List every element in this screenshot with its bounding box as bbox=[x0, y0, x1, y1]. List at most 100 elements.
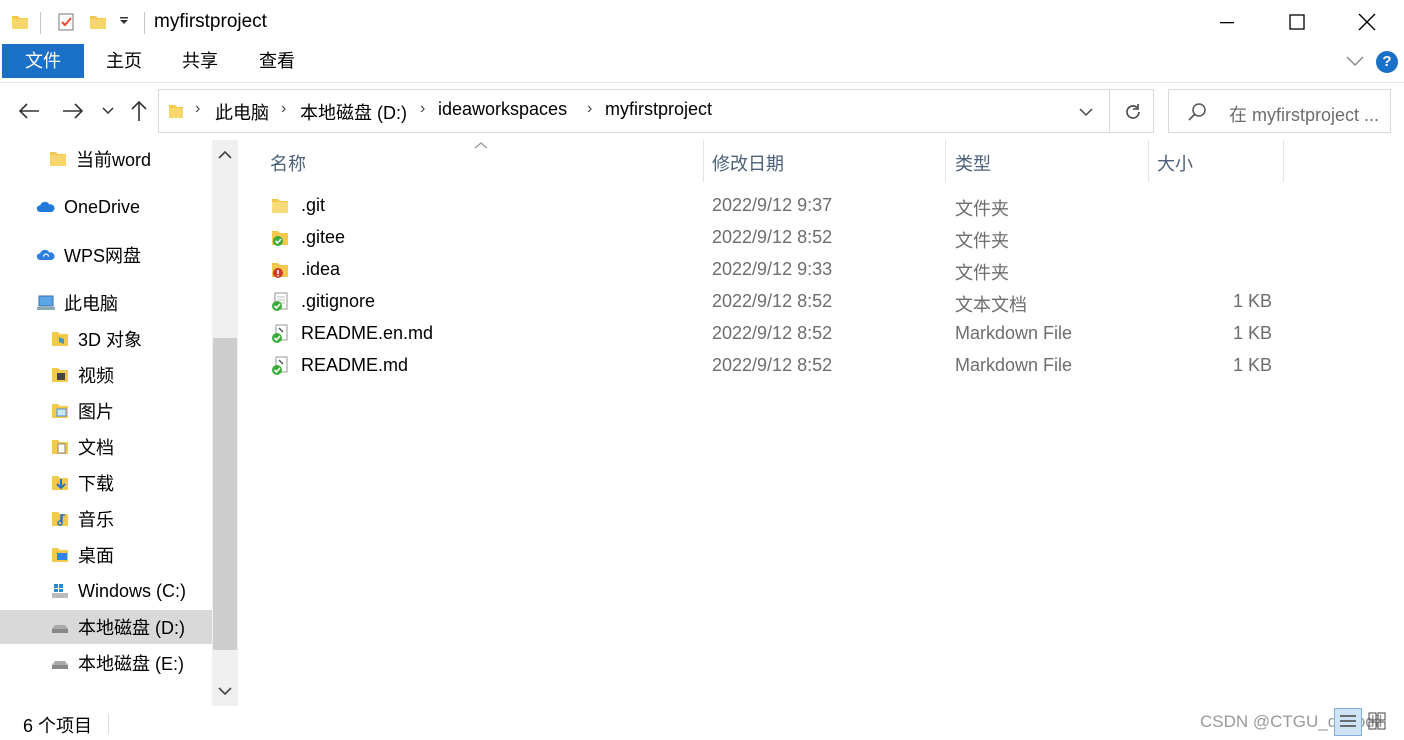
column-divider[interactable] bbox=[703, 140, 704, 182]
sidebar-item-3d-objects[interactable]: 3D 对象 bbox=[50, 322, 208, 356]
breadcrumb-chevron-icon[interactable]: › bbox=[195, 100, 200, 118]
breadcrumb-ideaworkspaces[interactable]: ideaworkspaces bbox=[438, 99, 567, 120]
help-button[interactable]: ? bbox=[1376, 51, 1398, 73]
details-view-button[interactable] bbox=[1334, 708, 1362, 736]
tab-share[interactable]: 共享 bbox=[172, 44, 228, 78]
file-type: Markdown File bbox=[955, 355, 1073, 375]
scrollbar-thumb[interactable] bbox=[213, 338, 237, 650]
breadcrumb-myfirstproject[interactable]: myfirstproject bbox=[605, 99, 712, 120]
file-type: 文件夹 bbox=[955, 231, 1009, 251]
column-divider[interactable] bbox=[1283, 140, 1284, 182]
music-folder-icon bbox=[52, 512, 68, 526]
file-type: 文件夹 bbox=[955, 199, 1009, 219]
expand-ribbon-chevron-icon[interactable] bbox=[1346, 55, 1364, 67]
folder-icon[interactable] bbox=[10, 12, 30, 32]
scroll-up-chevron-icon[interactable] bbox=[218, 150, 232, 160]
file-row[interactable]: README.md 2022/9/12 8:52 Markdown File 1… bbox=[240, 350, 1404, 382]
scroll-down-chevron-icon[interactable] bbox=[218, 686, 232, 696]
folder-icon bbox=[50, 152, 66, 166]
folder-icon bbox=[272, 199, 288, 213]
desktop-folder-icon bbox=[52, 548, 68, 562]
column-header-size[interactable]: 大小 bbox=[1157, 150, 1193, 176]
properties-icon[interactable] bbox=[56, 12, 76, 32]
sidebar-item-downloads[interactable]: 下载 bbox=[50, 466, 208, 500]
details-view-icon bbox=[1340, 715, 1356, 727]
breadcrumb-drive-d[interactable]: 本地磁盘 (D:) bbox=[300, 99, 407, 125]
breadcrumb-chevron-icon[interactable]: › bbox=[420, 100, 425, 118]
maximize-icon bbox=[1289, 14, 1305, 30]
sidebar-item-videos[interactable]: 视频 bbox=[50, 358, 208, 392]
sidebar-item-onedrive[interactable]: OneDrive bbox=[36, 190, 208, 224]
column-divider[interactable] bbox=[945, 140, 946, 182]
up-arrow-icon bbox=[131, 100, 147, 121]
sidebar-item-wps[interactable]: WPS网盘 bbox=[36, 238, 208, 272]
sidebar-item-this-pc[interactable]: 此电脑 bbox=[36, 286, 208, 320]
sort-ascending-icon bbox=[474, 142, 488, 149]
refresh-icon[interactable] bbox=[1123, 102, 1143, 122]
breadcrumb-chevron-icon[interactable]: › bbox=[281, 100, 286, 118]
minimize-icon bbox=[1220, 22, 1234, 24]
file-row[interactable]: .gitignore 2022/9/12 8:52 文本文档 1 KB bbox=[240, 286, 1404, 318]
search-icon bbox=[1188, 103, 1206, 121]
sidebar-item-label: 桌面 bbox=[78, 546, 114, 566]
item-count: 6 个项目 bbox=[23, 716, 93, 736]
file-date: 2022/9/12 8:52 bbox=[712, 227, 833, 247]
sidebar-item-current-word[interactable]: 当前word bbox=[48, 142, 208, 176]
search-box[interactable]: 在 myfirstproject ... bbox=[1168, 89, 1391, 133]
sidebar-item-documents[interactable]: 文档 bbox=[50, 430, 208, 464]
recent-locations-button[interactable] bbox=[96, 95, 120, 127]
tab-home[interactable]: 主页 bbox=[96, 44, 152, 78]
file-date: 2022/9/12 8:52 bbox=[712, 355, 833, 375]
maximize-button[interactable] bbox=[1262, 0, 1332, 44]
file-row[interactable]: README.en.md 2022/9/12 8:52 Markdown Fil… bbox=[240, 318, 1404, 350]
file-type: 文件夹 bbox=[955, 263, 1009, 283]
forward-button[interactable] bbox=[58, 95, 88, 127]
file-name: .idea bbox=[301, 259, 341, 279]
column-header-date[interactable]: 修改日期 bbox=[712, 150, 784, 176]
file-row[interactable]: .git 2022/9/12 9:37 文件夹 bbox=[240, 190, 1404, 222]
new-folder-icon[interactable] bbox=[88, 12, 108, 32]
pictures-folder-icon bbox=[52, 404, 68, 418]
window-title: myfirstproject bbox=[154, 11, 267, 32]
address-history-chevron-icon[interactable] bbox=[1079, 107, 1093, 117]
column-header-name[interactable]: 名称 bbox=[270, 150, 306, 176]
column-header-type[interactable]: 类型 bbox=[955, 150, 991, 176]
sidebar-item-label: 视频 bbox=[78, 366, 114, 386]
sidebar-item-label: 3D 对象 bbox=[78, 330, 143, 350]
text-file-synced-icon bbox=[272, 292, 288, 311]
customize-toolbar-chevron-icon[interactable] bbox=[118, 16, 130, 28]
back-button[interactable] bbox=[14, 95, 44, 127]
sidebar-item-desktop[interactable]: 桌面 bbox=[50, 538, 208, 572]
markdown-file-synced-icon bbox=[272, 324, 288, 343]
minimize-button[interactable] bbox=[1192, 0, 1262, 44]
sidebar-item-music[interactable]: 音乐 bbox=[50, 502, 208, 536]
sidebar-item-label: 图片 bbox=[78, 402, 114, 422]
address-bar[interactable]: › 此电脑 › 本地磁盘 (D:) › ideaworkspaces › myf… bbox=[158, 89, 1154, 133]
column-divider[interactable] bbox=[1148, 140, 1149, 182]
sidebar-item-drive-c[interactable]: Windows (C:) bbox=[50, 574, 208, 608]
sidebar-item-pictures[interactable]: 图片 bbox=[50, 394, 208, 428]
tab-view[interactable]: 查看 bbox=[249, 44, 305, 78]
large-icons-view-button[interactable] bbox=[1364, 708, 1392, 736]
file-row[interactable]: .gitee 2022/9/12 8:52 文件夹 bbox=[240, 222, 1404, 254]
status-separator bbox=[108, 714, 109, 734]
folder-modified-icon bbox=[272, 263, 288, 278]
file-size: 1 KB bbox=[1232, 323, 1272, 343]
file-row[interactable]: .idea 2022/9/12 9:33 文件夹 bbox=[240, 254, 1404, 286]
sidebar-item-drive-e[interactable]: 本地磁盘 (E:) bbox=[50, 646, 208, 680]
close-button[interactable] bbox=[1332, 0, 1402, 44]
title-bar: myfirstproject bbox=[0, 0, 1404, 44]
sidebar-item-label: OneDrive bbox=[64, 196, 141, 217]
sidebar-scrollbar[interactable] bbox=[212, 140, 238, 706]
ribbon-tabs: 文件 主页 共享 查看 ? bbox=[0, 44, 1404, 83]
tab-file[interactable]: 文件 bbox=[2, 44, 84, 78]
sidebar-item-drive-d[interactable]: 本地磁盘 (D:) bbox=[0, 610, 212, 644]
navigation-pane: 当前word OneDrive WPS网盘 此电脑 3D 对象 视频 图片 文档… bbox=[0, 140, 240, 706]
up-button[interactable] bbox=[124, 95, 154, 127]
sidebar-item-label: 当前word bbox=[76, 150, 152, 170]
breadcrumb-this-pc[interactable]: 此电脑 bbox=[215, 99, 269, 125]
computer-icon bbox=[37, 295, 55, 310]
file-name: README.en.md bbox=[301, 323, 434, 343]
breadcrumb-chevron-icon[interactable]: › bbox=[587, 100, 592, 118]
file-date: 2022/9/12 9:33 bbox=[712, 259, 833, 279]
